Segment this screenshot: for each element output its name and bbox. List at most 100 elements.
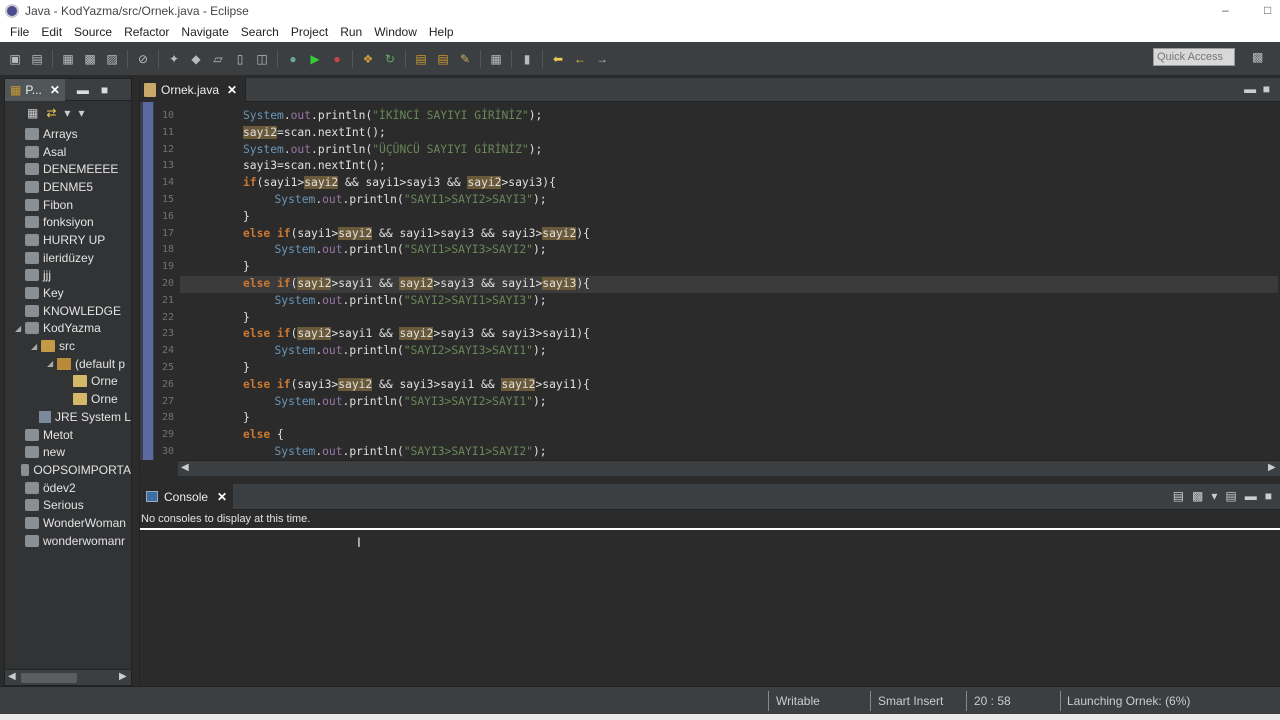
tree-item[interactable]: DENME5: [5, 178, 131, 196]
last-edit-icon[interactable]: ⬅: [549, 50, 567, 68]
pin-console-icon[interactable]: ▤: [1225, 489, 1236, 503]
scroll-right-icon[interactable]: ▶: [1268, 462, 1276, 473]
tree-item[interactable]: ödev2: [5, 479, 131, 497]
menu-source[interactable]: Source: [68, 25, 118, 39]
scroll-left-icon[interactable]: ◀: [8, 671, 16, 682]
maximize-icon[interactable]: ▬ ■: [1244, 82, 1270, 96]
code-line[interactable]: System.out.println("SAYI2>SAYI1>SAYI3");: [275, 294, 547, 307]
code-line[interactable]: }: [243, 361, 250, 374]
tree-item[interactable]: WonderWoman: [5, 514, 131, 532]
tree-item[interactable]: ileridüzey: [5, 249, 131, 267]
save-icon[interactable]: ▦: [59, 50, 77, 68]
tab-ornek-java[interactable]: Ornek.java ✕: [140, 77, 247, 102]
code-area[interactable]: 10 System.out.println("İKİNCİ SAYIYI GİRİ…: [140, 102, 1280, 460]
save-all-icon[interactable]: ▩: [81, 50, 99, 68]
code-line[interactable]: System.out.println("ÜÇÜNCÜ SAYIYI GİRİNİ…: [243, 143, 542, 156]
scroll-right-icon[interactable]: ▶: [119, 671, 127, 682]
minimize-icon[interactable]: ▬: [1245, 489, 1257, 503]
status-progress[interactable]: Launching Ornek: (6%): [1067, 694, 1190, 708]
link-editor-icon[interactable]: ⇄: [46, 106, 56, 120]
menu-run[interactable]: Run: [334, 25, 368, 39]
maximize-button[interactable]: □: [1264, 3, 1271, 17]
minimize-icon[interactable]: ▬: [77, 83, 89, 97]
code-line[interactable]: sayi2=scan.nextInt();: [243, 125, 386, 139]
tree-item[interactable]: Arrays: [5, 125, 131, 143]
tree-item[interactable]: ◢ (default p: [5, 355, 131, 373]
tree-item[interactable]: wonderwomanr: [5, 532, 131, 550]
code-line[interactable]: }: [243, 210, 250, 223]
tree-item[interactable]: KNOWLEDGE: [5, 302, 131, 320]
code-line[interactable]: else if(sayi3>sayi2 && sayi3>sayi1 && sa…: [243, 377, 590, 391]
tree-item[interactable]: Orne: [5, 390, 131, 408]
open-folder-icon[interactable]: ▤: [412, 50, 430, 68]
skip-breakpoints-icon[interactable]: ⊘: [134, 50, 152, 68]
expanded-icon[interactable]: ◢: [47, 359, 57, 368]
code-line[interactable]: }: [243, 260, 250, 273]
tree-item[interactable]: new: [5, 443, 131, 461]
tree-item[interactable]: fonksiyon: [5, 213, 131, 231]
code-line[interactable]: }: [243, 311, 250, 324]
code-line[interactable]: if(sayi1>sayi2 && sayi1>sayi3 && sayi2>s…: [243, 176, 556, 190]
scroll-left-icon[interactable]: ◀: [181, 462, 189, 473]
open-task-icon[interactable]: ▤: [434, 50, 452, 68]
tree-item[interactable]: jjj: [5, 267, 131, 285]
code-line[interactable]: else if(sayi2>sayi1 && sayi2>sayi3 && sa…: [243, 327, 590, 341]
code-line[interactable]: else {: [243, 428, 284, 441]
back-icon[interactable]: ←: [571, 50, 589, 68]
code-line[interactable]: System.out.println("İKİNCİ SAYIYI GİRİNİ…: [243, 109, 542, 122]
next-annotation-icon[interactable]: ▮: [518, 50, 536, 68]
tree-item[interactable]: ◢ src: [5, 337, 131, 355]
filter-icon[interactable]: ▾: [78, 106, 84, 120]
code-line[interactable]: System.out.println("SAYI3>SAYI2>SAYI1");: [275, 395, 547, 408]
perspective-icon[interactable]: ▩: [1252, 50, 1268, 66]
expanded-icon[interactable]: ◢: [31, 342, 41, 351]
quick-access-field[interactable]: Quick Access: [1153, 48, 1235, 66]
horizontal-scrollbar[interactable]: ◀ ▶: [5, 669, 131, 685]
tree-item[interactable]: Asal: [5, 143, 131, 161]
menu-window[interactable]: Window: [368, 25, 423, 39]
editor-horizontal-scrollbar[interactable]: ◀ ▶: [178, 460, 1280, 476]
view-menu-icon[interactable]: ▾: [64, 106, 70, 120]
run-icon[interactable]: ▶: [306, 50, 324, 68]
new-package-icon[interactable]: ▱: [209, 50, 227, 68]
tab-console[interactable]: Console ✕: [140, 483, 234, 510]
expanded-icon[interactable]: ◢: [15, 324, 25, 333]
close-icon[interactable]: ✕: [50, 83, 60, 97]
refresh-icon[interactable]: ↻: [381, 50, 399, 68]
tree-item[interactable]: JRE System L: [5, 408, 131, 426]
close-icon[interactable]: ✕: [227, 83, 237, 97]
new-wizard-icon[interactable]: ❖: [359, 50, 377, 68]
print-icon[interactable]: ▨: [103, 50, 121, 68]
menu-file[interactable]: File: [4, 25, 35, 39]
new-class-icon[interactable]: ▯: [231, 50, 249, 68]
maximize-icon[interactable]: ■: [1265, 489, 1272, 503]
menu-refactor[interactable]: Refactor: [118, 25, 175, 39]
tree-item[interactable]: Metot: [5, 426, 131, 444]
tree-item[interactable]: DENEMEEEE: [5, 160, 131, 178]
tree-item[interactable]: OOPSOIMPORTA: [5, 461, 131, 479]
collapse-all-icon[interactable]: ▦: [27, 106, 38, 120]
pen-icon[interactable]: ✎: [456, 50, 474, 68]
open-icon[interactable]: ▤: [28, 50, 46, 68]
code-line[interactable]: sayi3=scan.nextInt();: [243, 159, 386, 172]
menu-edit[interactable]: Edit: [35, 25, 68, 39]
tree-item[interactable]: HURRY UP: [5, 231, 131, 249]
tree-item[interactable]: ◢ KodYazma: [5, 320, 131, 338]
code-line[interactable]: System.out.println("SAYI1>SAYI3>SAYI2");: [275, 243, 547, 256]
tab-package-explorer[interactable]: ▦ P... ✕: [5, 78, 65, 101]
tree-item[interactable]: Key: [5, 284, 131, 302]
new-icon[interactable]: ▣: [6, 50, 24, 68]
open-type-icon[interactable]: ◫: [253, 50, 271, 68]
code-line[interactable]: System.out.println("SAYI1>SAYI2>SAYI3");: [275, 193, 547, 206]
code-line[interactable]: System.out.println("SAYI3>SAYI1>SAYI2");: [275, 445, 547, 458]
menu-help[interactable]: Help: [423, 25, 460, 39]
debug-icon[interactable]: ●: [284, 50, 302, 68]
close-icon[interactable]: ✕: [217, 490, 227, 504]
tree-item[interactable]: Serious: [5, 496, 131, 514]
forward-icon[interactable]: →: [593, 50, 611, 68]
open-console-icon[interactable]: ▤: [1173, 489, 1184, 503]
tree-item[interactable]: Fibon: [5, 196, 131, 214]
annotation-icon[interactable]: ▦: [487, 50, 505, 68]
scrollbar-thumb[interactable]: [21, 673, 77, 683]
code-line[interactable]: System.out.println("SAYI2>SAYI3>SAYI1");: [275, 344, 547, 357]
